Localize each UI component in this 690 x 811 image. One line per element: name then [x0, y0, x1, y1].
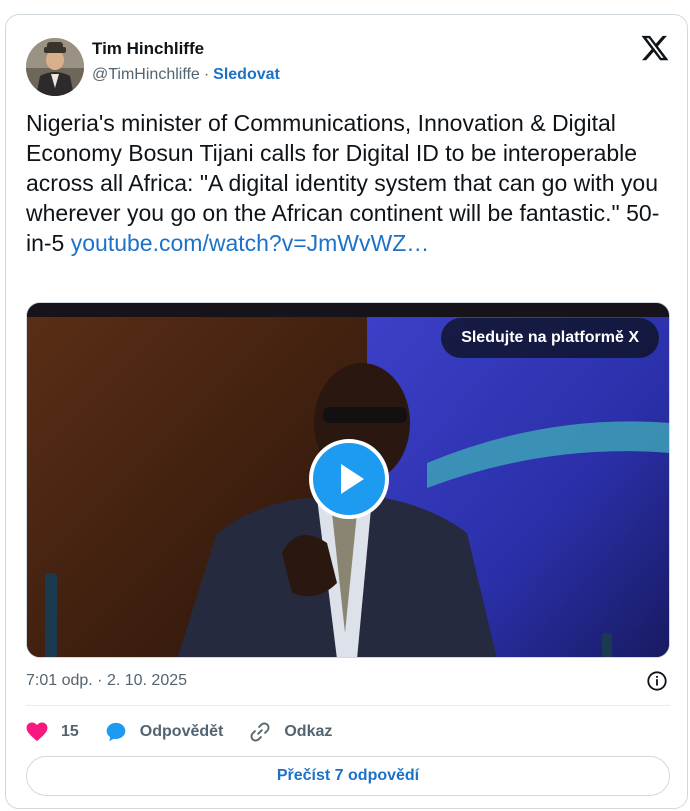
divider [26, 705, 670, 706]
play-icon [341, 464, 364, 494]
reply-button[interactable]: Odpovědět [105, 721, 224, 743]
author-avatar[interactable] [26, 38, 84, 96]
tweet-timestamp[interactable]: 7:01 odp. · 2. 10. 2025 [26, 672, 187, 690]
link-label: Odkaz [284, 723, 333, 740]
play-button[interactable] [309, 439, 389, 519]
tweet-text: Nigeria's minister of Communications, In… [26, 108, 666, 258]
tweet-card: Tim Hinchliffe @TimHinchliffe · Sledovat N… [5, 14, 688, 809]
follow-button[interactable]: Sledovat [213, 66, 280, 83]
author-name[interactable]: Tim Hinchliffe [92, 39, 204, 59]
handle-separator: · [203, 66, 210, 83]
video-player[interactable]: Sledujte na platformě X [26, 302, 670, 658]
copy-link-button[interactable]: Odkaz [249, 721, 332, 743]
link-icon [250, 722, 270, 742]
info-icon[interactable] [646, 670, 668, 692]
action-bar: 15 Odpovědět Odkaz [26, 721, 358, 743]
reply-label: Odpovědět [139, 723, 224, 740]
like-button[interactable]: 15 [26, 722, 79, 742]
heart-icon [26, 722, 48, 742]
author-handle-row: @TimHinchliffe · Sledovat [92, 66, 280, 84]
like-count: 15 [61, 723, 79, 740]
reply-bubble-icon [106, 722, 126, 742]
watch-on-x-button[interactable]: Sledujte na platformě X [441, 318, 659, 358]
tweet-link[interactable]: youtube.com/watch?v=JmWvWZ… [71, 230, 430, 256]
author-handle[interactable]: @TimHinchliffe [92, 66, 200, 83]
read-replies-button[interactable]: Přečíst 7 odpovědí [26, 756, 670, 796]
x-logo-icon[interactable] [640, 33, 670, 63]
